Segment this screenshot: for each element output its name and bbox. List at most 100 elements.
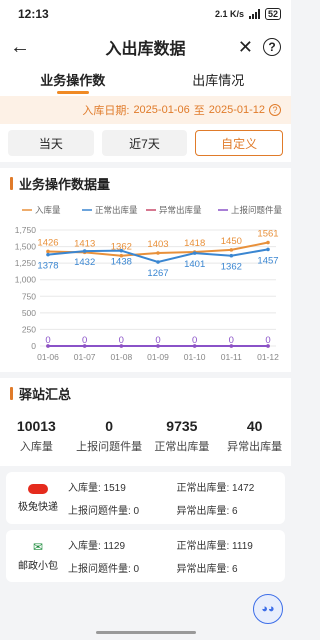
stat-value: 0: [105, 418, 114, 434]
legend-label: 入库量: [35, 205, 61, 215]
stat-value: 9735: [166, 418, 198, 434]
station-report: 上报问题件量: 0: [68, 506, 140, 517]
network-speed: 2.1 K/s: [214, 9, 244, 19]
data-label: 1362: [221, 262, 242, 273]
y-tick-label: 1,500: [15, 242, 37, 252]
china-post-logo: ✉: [32, 539, 44, 554]
home-indicator: [95, 631, 196, 634]
question-icon[interactable]: ?: [269, 104, 281, 116]
station-list: 极兔快递 入库量: 1519 正常出库量: 1472 上报问题件量: 0 异常出…: [0, 466, 291, 582]
station-name: 极兔快递: [18, 501, 58, 513]
signal-icon: [248, 9, 260, 19]
station-card: 驿站汇总 10013 入库量 0 上报问题件量 9735 正常出库量 40 异常出库量: [0, 378, 291, 466]
data-label: 1267: [147, 268, 168, 279]
jt-express-logo: [28, 483, 48, 494]
data-label: 1413: [74, 238, 95, 249]
station-name: 邮政小包: [18, 560, 58, 572]
help-icon[interactable]: ?: [263, 38, 281, 56]
stat-label: 入库量: [19, 441, 53, 453]
series-point: [229, 253, 234, 258]
date-range-end: 2025-01-12: [208, 104, 265, 116]
series-point: [156, 251, 160, 255]
data-label: 0: [82, 335, 87, 346]
station-normal-out: 正常出库量: 1472: [176, 483, 255, 494]
data-label: 1561: [257, 229, 278, 240]
last-7-days-button[interactable]: 近7天: [101, 130, 188, 156]
custom-range-button[interactable]: 自定义: [195, 130, 284, 156]
legend-label: 异常出库量: [159, 205, 202, 215]
station-jt[interactable]: 极兔快递 入库量: 1519 正常出库量: 1472 上报问题件量: 0 异常出…: [6, 472, 285, 524]
arrow-left-icon[interactable]: ←: [10, 37, 30, 57]
station-logo: ✉ 邮政小包: [14, 541, 62, 572]
tab-bar: 业务操作数 出库情况: [0, 66, 291, 96]
nav-bar: ← 入出库数据 ✕ ?: [0, 28, 291, 66]
y-tick-label: 500: [22, 308, 36, 318]
status-bar: 12:13 2.1 K/s 52: [0, 0, 291, 28]
stat-abnormal-out: 40 异常出库量: [218, 418, 291, 454]
stat-normal-out: 9735 正常出库量: [146, 418, 219, 454]
assistant-robot-icon[interactable]: ◕◕: [253, 594, 283, 624]
date-range-start: 2025-01-06: [133, 104, 190, 116]
y-tick-label: 1,250: [15, 258, 37, 268]
date-range-sep: 至: [193, 105, 205, 117]
series-point: [46, 252, 50, 257]
series-point: [229, 248, 234, 252]
range-buttons: 当天 近7天 自定义: [0, 124, 291, 162]
x-tick-label: 01-06: [37, 352, 59, 362]
date-range-bar[interactable]: 入库日期: 2025-01-06 至 2025-01-12 ?: [0, 96, 291, 124]
ops-section-title: 业务操作数据量: [0, 168, 291, 198]
data-label: 0: [155, 335, 160, 346]
series-point: [156, 260, 160, 264]
series-point: [82, 249, 87, 253]
data-label: 1432: [74, 257, 95, 268]
ops-card: 业务操作数据量 入库量 正常出库量 异常出库量 上报问题件量 0 250 500 750 1,0…: [0, 168, 291, 372]
legend-label: 正常出库量: [95, 205, 138, 215]
y-tick-label: 1,750: [15, 225, 37, 235]
stat-report: 0 上报问题件量: [73, 418, 146, 454]
series-point: [119, 248, 124, 253]
data-label: 1426: [37, 237, 58, 248]
close-icon[interactable]: ✕: [238, 37, 253, 58]
data-label: 0: [192, 335, 197, 346]
y-tick-label: 250: [22, 324, 36, 334]
data-label: 0: [119, 335, 124, 346]
series-point: [266, 240, 270, 245]
today-button[interactable]: 当天: [8, 130, 94, 156]
y-tick-label: 750: [22, 291, 36, 301]
battery-icon: 52: [264, 8, 281, 20]
y-tick-label: 0: [31, 341, 36, 351]
station-post[interactable]: ✉ 邮政小包 入库量: 1129 正常出库量: 1119 上报问题件量: 0 异…: [6, 530, 285, 582]
x-tick-label: 01-07: [74, 352, 96, 362]
tab-outbound-status[interactable]: 出库情况: [146, 66, 292, 96]
data-label: 0: [45, 335, 50, 346]
station-inbound: 入库量: 1519: [68, 483, 126, 494]
x-tick-label: 01-10: [184, 352, 206, 362]
data-label: 1450: [221, 236, 242, 247]
data-label: 0: [265, 335, 270, 346]
ops-chart: 入库量 正常出库量 异常出库量 上报问题件量 0 250 500 750 1,000 1,250 1…: [0, 198, 291, 372]
station-inbound: 入库量: 1129: [68, 541, 126, 552]
legend-label: 上报问题件量: [231, 205, 283, 215]
data-label: 1438: [111, 257, 132, 268]
station-report: 上报问题件量: 0: [68, 564, 140, 575]
date-range-label: 入库日期:: [82, 105, 130, 117]
station-section-title: 驿站汇总: [0, 378, 291, 408]
x-tick-label: 01-11: [221, 352, 242, 362]
ops-line-chart: 入库量 正常出库量 异常出库量 上报问题件量02505007501,0001,2501…: [15, 205, 283, 362]
station-abnormal-out: 异常出库量: 6: [176, 506, 238, 517]
stat-label: 上报问题件量: [76, 441, 143, 453]
data-label: 1378: [37, 261, 58, 272]
data-label: 0: [229, 335, 234, 346]
data-label: 1401: [184, 259, 205, 270]
series-point: [266, 247, 270, 252]
stat-label: 异常出库量: [227, 441, 283, 453]
data-label: 1418: [184, 238, 205, 249]
stat-value: 10013: [16, 418, 56, 434]
station-logo: 极兔快递: [14, 483, 62, 513]
station-normal-out: 正常出库量: 1119: [176, 541, 253, 552]
status-time: 12:13: [18, 7, 49, 21]
tab-business-ops[interactable]: 业务操作数: [0, 66, 146, 96]
stat-value: 40: [246, 418, 263, 434]
stat-inbound: 10013 入库量: [0, 418, 73, 454]
x-tick-label: 01-12: [257, 352, 279, 362]
